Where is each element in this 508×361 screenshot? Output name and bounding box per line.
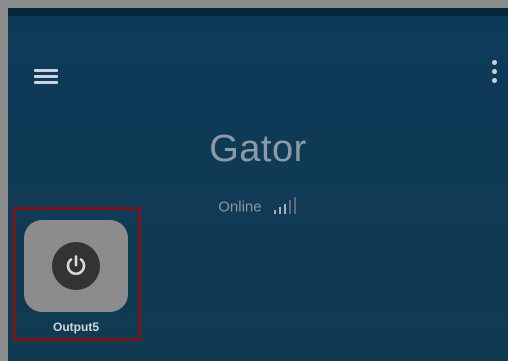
power-icon xyxy=(66,255,86,275)
status-text: Online xyxy=(218,198,262,216)
output-label: Output5 xyxy=(53,320,99,334)
power-button[interactable] xyxy=(52,242,100,290)
device-title: Gator xyxy=(209,128,307,170)
status-bar xyxy=(8,8,508,16)
more-vert-icon[interactable] xyxy=(487,58,503,88)
hamburger-menu-icon[interactable] xyxy=(32,64,62,88)
signal-strength-icon xyxy=(273,197,298,216)
output-tile[interactable] xyxy=(24,220,128,312)
